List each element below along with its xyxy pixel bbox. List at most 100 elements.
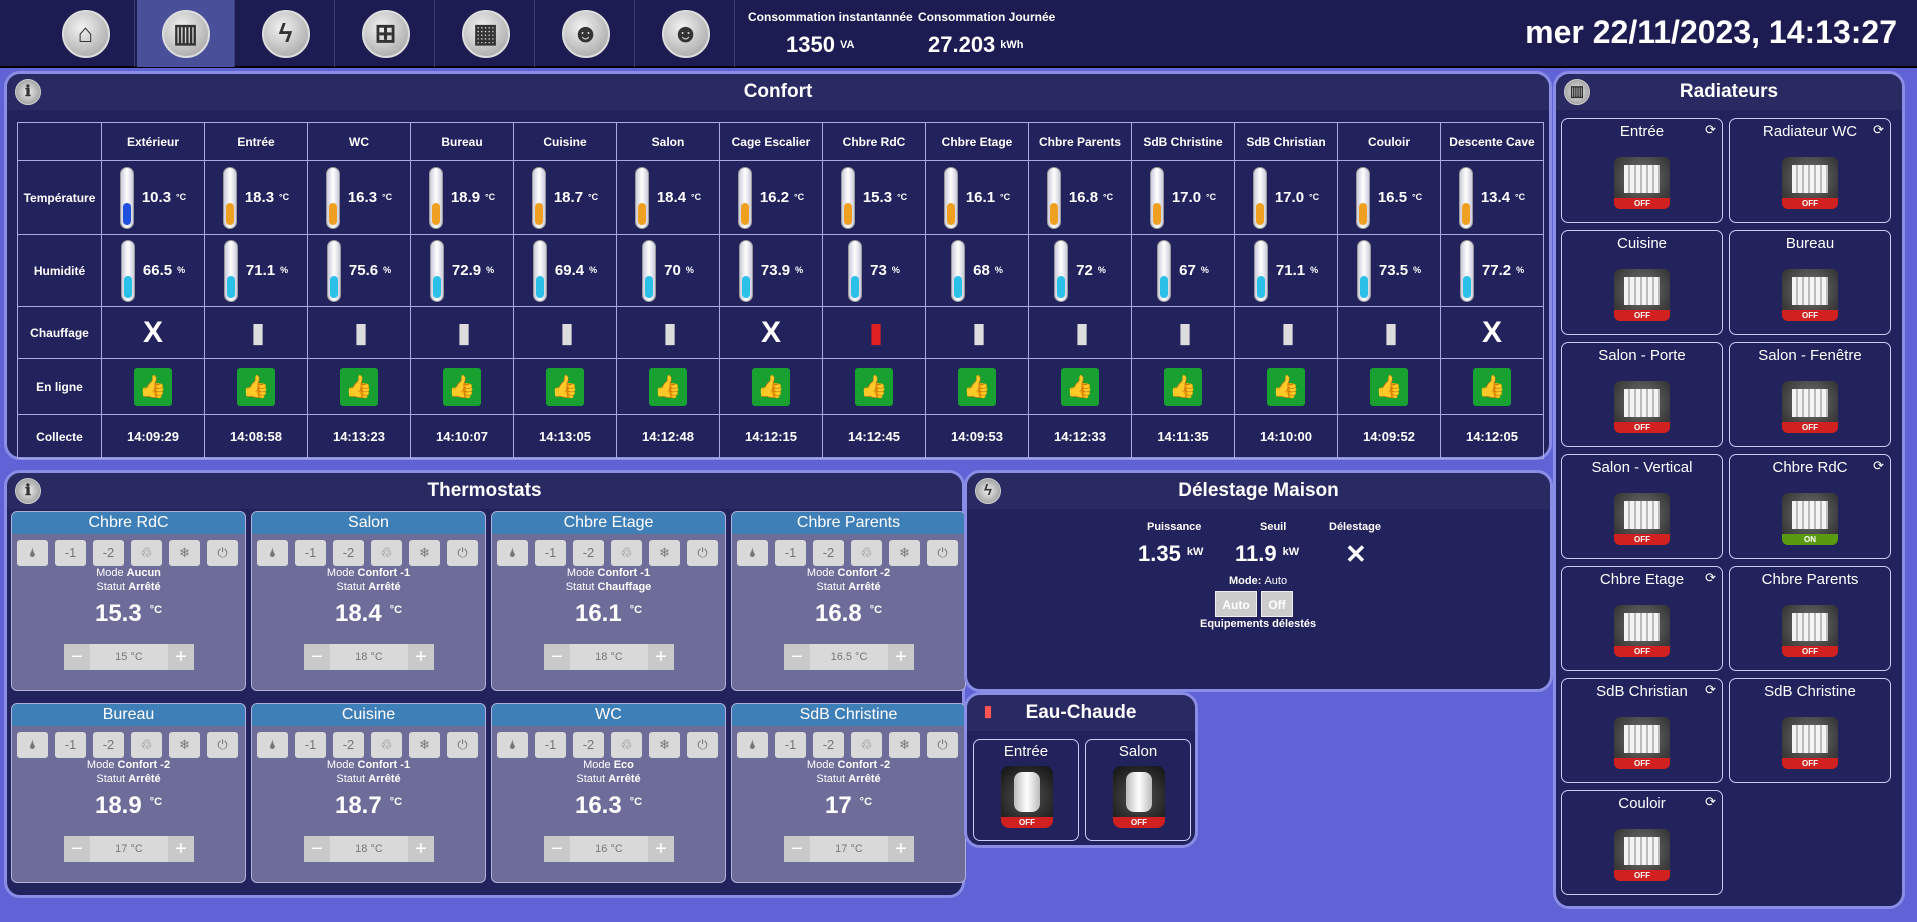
minus-button[interactable]: −	[304, 836, 330, 862]
minus2-button[interactable]: -2	[333, 732, 364, 758]
fire-button[interactable]: 🌢	[17, 540, 48, 566]
snowflake-button[interactable]: ❄	[409, 540, 440, 566]
radiator-card[interactable]: Chbre RdC ⟳ ON	[1729, 454, 1891, 559]
radiator-card[interactable]: Salon - Porte OFF	[1561, 342, 1723, 447]
fire-button[interactable]: 🌢	[737, 732, 768, 758]
auto-button[interactable]: Auto	[1215, 591, 1257, 617]
plus-button[interactable]: +	[647, 644, 674, 670]
off-button[interactable]: Off	[1261, 591, 1293, 617]
minus2-button[interactable]: -2	[333, 540, 364, 566]
eco-button[interactable]: ♲	[851, 732, 882, 758]
minus-button[interactable]: −	[784, 836, 810, 862]
refresh-icon[interactable]: ⟳	[1705, 122, 1716, 138]
refresh-icon[interactable]: ⟳	[1705, 682, 1716, 698]
snowflake-button[interactable]: ❄	[649, 540, 680, 566]
plus-button[interactable]: +	[647, 836, 674, 862]
minus1-button[interactable]: -1	[535, 540, 566, 566]
fire-button[interactable]: 🌢	[737, 540, 768, 566]
radiator-card[interactable]: SdB Christine OFF	[1729, 678, 1891, 783]
plus-button[interactable]: +	[888, 644, 914, 670]
eco-button[interactable]: ♲	[371, 540, 402, 566]
minus-button[interactable]: −	[304, 644, 330, 670]
nav-button[interactable]: ⌂	[37, 0, 135, 67]
radiator-card[interactable]: Bureau OFF	[1729, 230, 1891, 335]
eco-button[interactable]: ♲	[371, 732, 402, 758]
plus-button[interactable]: +	[167, 836, 194, 862]
nav-button[interactable]: ϟ	[237, 0, 335, 67]
plus-button[interactable]: +	[887, 836, 914, 862]
radiator-card[interactable]: Salon - Vertical OFF	[1561, 454, 1723, 559]
eco-button[interactable]: ♲	[611, 732, 642, 758]
minus2-button[interactable]: -2	[813, 732, 844, 758]
nav-button[interactable]: ▥	[137, 0, 235, 67]
minus2-button[interactable]: -2	[813, 540, 844, 566]
refresh-icon[interactable]: ⟳	[1873, 458, 1884, 474]
power-button[interactable]: ⏻	[687, 540, 718, 566]
radiator-card[interactable]: Chbre Etage ⟳ OFF	[1561, 566, 1723, 671]
minus2-button[interactable]: -2	[93, 540, 124, 566]
fire-button[interactable]: 🌢	[497, 540, 528, 566]
eco-button[interactable]: ♲	[611, 540, 642, 566]
fire-button[interactable]: 🌢	[497, 732, 528, 758]
thermometer-icon	[1149, 166, 1164, 229]
radiator-card[interactable]: Cuisine OFF	[1561, 230, 1723, 335]
plus-button[interactable]: +	[167, 644, 194, 670]
snowflake-button[interactable]: ❄	[169, 732, 200, 758]
power-button[interactable]: ⏻	[687, 732, 718, 758]
minus-button[interactable]: −	[64, 836, 90, 862]
minus1-button[interactable]: -1	[295, 732, 326, 758]
snowflake-button[interactable]: ❄	[169, 540, 200, 566]
minus1-button[interactable]: -1	[775, 540, 806, 566]
minus1-button[interactable]: -1	[55, 540, 86, 566]
power-button[interactable]: ⏻	[927, 732, 958, 758]
nav-button[interactable]: ☻	[637, 0, 735, 67]
radiator-card[interactable]: SdB Christian ⟳ OFF	[1561, 678, 1723, 783]
snowflake-button[interactable]: ❄	[889, 540, 920, 566]
power-button[interactable]: ⏻	[207, 540, 238, 566]
minus1-button[interactable]: -1	[535, 732, 566, 758]
radiator-card[interactable]: Entrée ⟳ OFF	[1561, 118, 1723, 223]
refresh-icon[interactable]: ⟳	[1705, 794, 1716, 810]
thumbs-up-icon: 👍	[443, 367, 481, 406]
snowflake-button[interactable]: ❄	[649, 732, 680, 758]
minus-button[interactable]: −	[784, 644, 810, 670]
radiator-icon: ON	[1782, 493, 1838, 545]
nav-button[interactable]: ▦	[437, 0, 535, 67]
humidity-value: 77.2%	[1481, 262, 1525, 279]
eco-button[interactable]: ♲	[851, 540, 882, 566]
power-button[interactable]: ⏻	[447, 540, 478, 566]
fire-button[interactable]: 🌢	[17, 732, 48, 758]
minus1-button[interactable]: -1	[295, 540, 326, 566]
radiator-card[interactable]: Salon - Fenêtre OFF	[1729, 342, 1891, 447]
minus-button[interactable]: −	[64, 644, 90, 670]
radiator-card[interactable]: Radiateur WC ⟳ OFF	[1729, 118, 1891, 223]
snowflake-button[interactable]: ❄	[409, 732, 440, 758]
minus-button[interactable]: −	[544, 836, 570, 862]
plus-button[interactable]: +	[407, 836, 434, 862]
power-button[interactable]: ⏻	[927, 540, 958, 566]
power-button[interactable]: ⏻	[447, 732, 478, 758]
radiator-card[interactable]: Chbre Parents OFF	[1729, 566, 1891, 671]
eco-button[interactable]: ♲	[131, 732, 162, 758]
minus1-button[interactable]: -1	[55, 732, 86, 758]
minus-button[interactable]: −	[544, 644, 570, 670]
confort-title: Confort	[743, 81, 813, 102]
radiator-card[interactable]: Couloir ⟳ OFF	[1561, 790, 1723, 895]
minus1-button[interactable]: -1	[775, 732, 806, 758]
water-heater-card[interactable]: Entrée OFF	[973, 739, 1079, 841]
thermometer-icon	[737, 166, 752, 229]
snowflake-button[interactable]: ❄	[889, 732, 920, 758]
refresh-icon[interactable]: ⟳	[1705, 570, 1716, 586]
power-button[interactable]: ⏻	[207, 732, 238, 758]
eco-button[interactable]: ♲	[131, 540, 162, 566]
minus2-button[interactable]: -2	[93, 732, 124, 758]
minus2-button[interactable]: -2	[573, 732, 604, 758]
nav-button[interactable]: ⊞	[337, 0, 435, 67]
water-heater-card[interactable]: Salon OFF	[1085, 739, 1191, 841]
minus2-button[interactable]: -2	[573, 540, 604, 566]
refresh-icon[interactable]: ⟳	[1873, 122, 1884, 138]
fire-button[interactable]: 🌢	[257, 540, 288, 566]
plus-button[interactable]: +	[407, 644, 434, 670]
nav-button[interactable]: ☻	[537, 0, 635, 67]
fire-button[interactable]: 🌢	[257, 732, 288, 758]
